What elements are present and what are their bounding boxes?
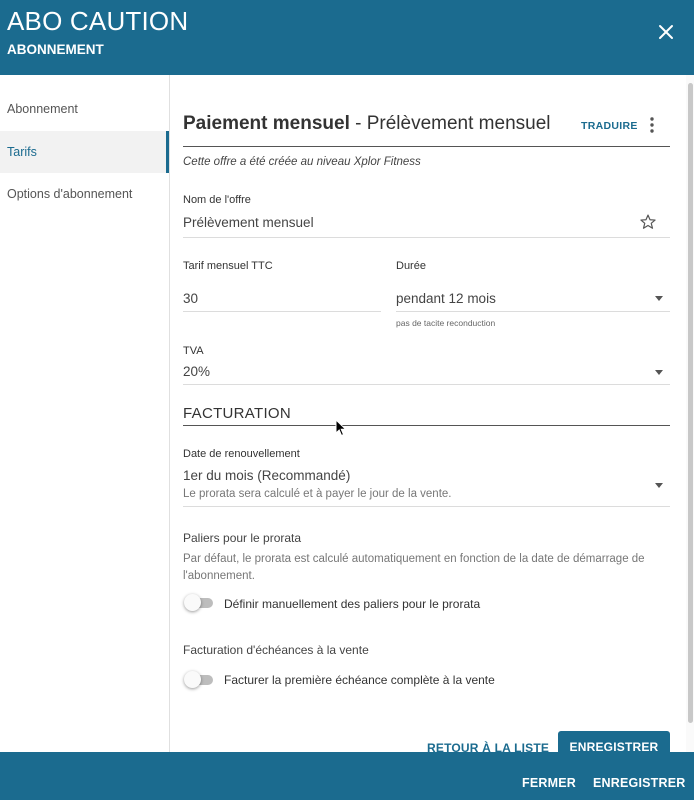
dialog-title: ABO CAUTION <box>7 6 189 36</box>
tarif-underline <box>183 311 381 312</box>
prorata-title: Paliers pour le prorata <box>183 531 302 545</box>
toggle-knob <box>184 671 201 688</box>
close-icon[interactable] <box>656 22 676 42</box>
tva-underline <box>183 384 670 385</box>
mouse-cursor-icon <box>335 419 347 437</box>
offer-origin-note: Cette offre a été créée au niveau Xplor … <box>183 156 421 168</box>
duree-underline <box>396 311 670 312</box>
translate-button[interactable]: TRADUIRE <box>581 120 638 132</box>
dialog-subtitle: ABONNEMENT <box>7 42 104 57</box>
star-icon[interactable] <box>639 213 657 231</box>
scrollbar[interactable] <box>686 75 694 752</box>
offer-name-input[interactable]: Prélèvement mensuel <box>183 215 314 230</box>
title-divider <box>183 146 670 147</box>
offer-name-underline <box>183 237 670 238</box>
sidebar: Abonnement Tarifs Options d'abonnement <box>0 75 170 752</box>
chevron-down-icon[interactable] <box>655 370 663 375</box>
tarif-label: Tarif mensuel TTC <box>183 260 273 272</box>
renewal-hint: Le prorata sera calculé et à payer le jo… <box>183 488 452 500</box>
offer-name-label: Nom de l'offre <box>183 194 251 206</box>
prorata-description: Par défaut, le prorata est calculé autom… <box>183 553 645 582</box>
sidebar-item-options[interactable]: Options d'abonnement <box>0 173 169 215</box>
echeance-toggle[interactable] <box>184 671 214 688</box>
chevron-down-icon[interactable] <box>655 483 663 488</box>
renewal-select[interactable]: 1er du mois (Recommandé) <box>183 468 350 483</box>
more-vertical-icon[interactable] <box>644 115 660 135</box>
content-panel: Paiement mensuel - Prélèvement mensuel T… <box>170 75 686 763</box>
dialog-footer: FERMER ENREGISTRER <box>0 752 694 800</box>
dialog-header: ABO CAUTION ABONNEMENT <box>0 0 694 75</box>
echeance-toggle-label: Facturer la première échéance complète à… <box>224 673 495 687</box>
facturation-section-title: FACTURATION <box>183 405 292 422</box>
footer-close-button[interactable]: FERMER <box>522 776 576 790</box>
toggle-knob <box>184 594 201 611</box>
duree-select[interactable]: pendant 12 mois <box>396 291 496 306</box>
renewal-underline <box>183 506 670 507</box>
facturation-divider <box>183 425 670 426</box>
prorata-toggle-label: Définir manuellement des paliers pour le… <box>224 597 481 611</box>
offer-title-bold: Paiement mensuel <box>183 113 350 134</box>
tarif-input[interactable]: 30 <box>183 291 198 306</box>
renewal-label: Date de renouvellement <box>183 448 300 460</box>
prorata-toggle[interactable] <box>184 594 214 611</box>
sidebar-item-tarifs[interactable]: Tarifs <box>0 131 169 173</box>
footer-save-button[interactable]: ENREGISTRER <box>593 776 686 790</box>
scrollbar-thumb[interactable] <box>688 83 693 723</box>
tva-select[interactable]: 20% <box>183 364 210 379</box>
sidebar-item-label: Abonnement <box>7 102 78 116</box>
sidebar-item-label: Tarifs <box>7 145 37 159</box>
offer-title-rest: - Prélèvement mensuel <box>349 113 551 134</box>
sidebar-item-label: Options d'abonnement <box>7 187 133 201</box>
echeance-title: Facturation d'échéances à la vente <box>183 643 369 657</box>
sidebar-item-abonnement[interactable]: Abonnement <box>0 88 169 130</box>
duree-helper-text: pas de tacite reconduction <box>396 318 496 328</box>
duree-label: Durée <box>396 260 426 272</box>
offer-title: Paiement mensuel - Prélèvement mensuel <box>183 113 551 135</box>
chevron-down-icon[interactable] <box>655 296 663 301</box>
tva-label: TVA <box>183 345 204 357</box>
